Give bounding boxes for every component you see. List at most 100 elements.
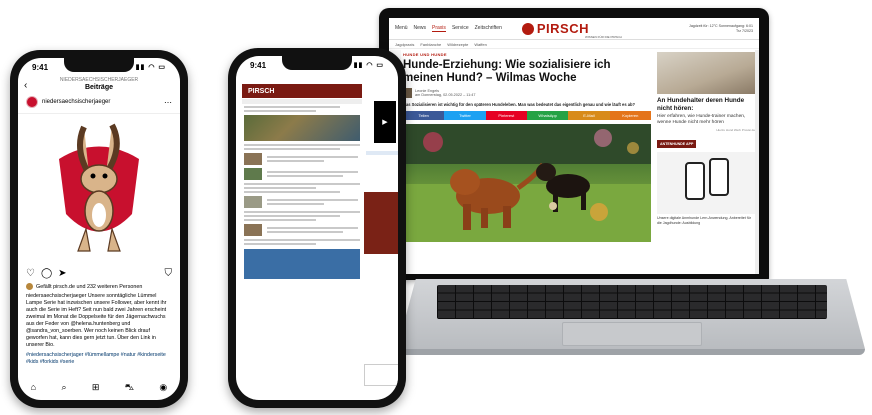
share-icon[interactable]: ➤: [58, 268, 66, 279]
site-header: Menü News Praxis Service Zeitschriften P…: [389, 18, 759, 40]
article-headline: Hunde-Erziehung: Wie sozialisiere ich me…: [403, 59, 611, 84]
signal-wifi-battery-icon: ▮▮ ◠ ▭: [135, 64, 166, 71]
mobile-web-screen: 9:41 ▮▮ ◠ ▭ PIRSCH ▶: [236, 56, 398, 400]
share-bar: Teilen Twitter Pinterest WhatsApp E-Mail…: [403, 111, 651, 120]
post-author-row: niedersaechsischerjaeger ⋯: [18, 91, 180, 114]
status-time: 9:41: [250, 60, 267, 70]
menu-item-service[interactable]: Service: [452, 25, 469, 32]
phone-notch: [282, 56, 352, 70]
search-icon[interactable]: ⌕: [61, 382, 66, 394]
comment-icon[interactable]: ◯: [41, 268, 52, 279]
main-menu: Menü News Praxis Service Zeitschriften: [395, 25, 502, 32]
likes-count[interactable]: Gefällt pirsch.de und 232 weiteren Perso…: [36, 284, 142, 290]
menu-item-praxis[interactable]: Praxis: [432, 25, 446, 32]
bottom-tab-bar: ⌂ ⌕ ⊞ ⛍ ◉: [18, 382, 180, 394]
new-post-icon[interactable]: ⊞: [92, 382, 100, 394]
laptop-front-edge: [397, 349, 865, 355]
subnav-item[interactable]: Fanblanche: [420, 42, 441, 47]
hare-cartoon-illustration: [59, 123, 139, 252]
post-hashtags[interactable]: #niedersachsischerjager #lümmellampe #na…: [18, 352, 180, 366]
mobile-promo-image[interactable]: [244, 249, 360, 279]
mobile-ad-box[interactable]: [364, 364, 398, 386]
text-line: [244, 187, 316, 189]
mobile-site-logo[interactable]: PIRSCH: [248, 88, 274, 95]
text-line: [244, 148, 340, 150]
mobile-nav-bar[interactable]: [242, 99, 362, 104]
header-info: Jagdzeit für: 12°C Sonnenaufgang: 6:01 T…: [689, 24, 753, 34]
list-thumbnail: [244, 168, 262, 180]
mobile-site-header: PIRSCH: [242, 84, 362, 98]
sidebar-teaser-image[interactable]: [657, 52, 755, 94]
bookmark-icon[interactable]: ⛉: [165, 268, 173, 279]
header-info-line1: Jagdzeit für: 12°C Sonnenaufgang: 6:01: [689, 23, 753, 28]
back-arrow-icon[interactable]: ‹: [24, 81, 27, 91]
pirsch-emblem-icon: [521, 22, 534, 35]
post-image[interactable]: [18, 114, 180, 264]
list-text: [265, 169, 360, 179]
text-line: [244, 144, 360, 146]
list-thumbnail: [244, 196, 262, 208]
phone-notch: [64, 58, 134, 72]
dogs-playing-illustration: [403, 124, 651, 242]
sidebar-teaser-title[interactable]: An Hundehalter deren Hunde nicht hören:: [657, 97, 755, 112]
mobile-list-item[interactable]: [244, 224, 360, 236]
site-logo[interactable]: PIRSCH: [537, 21, 589, 36]
mobile-page: PIRSCH: [242, 84, 398, 390]
mobile-list-item[interactable]: [244, 168, 360, 180]
sub-navigation: Jagdpraxis Fanblanche Wildrezepte Waffen: [389, 40, 759, 49]
mobile-ad-banner[interactable]: [364, 192, 398, 254]
list-text: [265, 154, 360, 164]
subnav-item[interactable]: Jagdpraxis: [395, 42, 414, 47]
brand[interactable]: PIRSCH: [521, 21, 589, 36]
laptop-display: Menü News Praxis Service Zeitschriften P…: [379, 8, 769, 280]
list-text: [265, 225, 360, 235]
instagram-header: ‹ NIEDERSAECHSISCHERJAEGER Beiträge: [18, 76, 180, 91]
article-kicker: HUNDE UND HUNDE: [403, 52, 447, 57]
avatar[interactable]: [26, 96, 38, 108]
article-lead: Das Sozialisieren ist wichtig für den sp…: [403, 102, 636, 107]
list-thumbnail: [244, 153, 262, 165]
text-line: [244, 211, 360, 213]
instagram-account-label: NIEDERSAECHSISCHERJAEGER: [59, 77, 139, 83]
page-scrollbar[interactable]: [755, 50, 759, 274]
product-showcase: Menü News Praxis Service Zeitschriften P…: [0, 0, 872, 415]
liker-avatar: [26, 283, 33, 290]
menu-item-menue[interactable]: Menü: [395, 25, 408, 32]
share-twitter-button[interactable]: Twitter: [444, 111, 486, 120]
more-options-icon[interactable]: ⋯: [164, 98, 172, 107]
shop-icon[interactable]: ⛍: [125, 382, 134, 394]
mobile-list-item[interactable]: [244, 196, 360, 208]
mobile-list-item[interactable]: [244, 153, 360, 165]
app-phone-image: [685, 162, 705, 200]
share-email-button[interactable]: E-Mail: [568, 111, 610, 120]
subnav-item[interactable]: Wildrezepte: [447, 42, 468, 47]
profile-icon[interactable]: ◉: [159, 382, 167, 394]
article: HUNDE UND HUNDE Hunde-Erziehung: Wie soz…: [403, 52, 651, 242]
share-copy-button[interactable]: Kopieren: [609, 111, 651, 120]
instagram-screen-title: Beiträge: [84, 84, 113, 91]
video-play-icon[interactable]: ▶: [374, 101, 396, 143]
home-icon[interactable]: ⌂: [31, 382, 36, 394]
laptop-web-page: Menü News Praxis Service Zeitschriften P…: [389, 18, 759, 274]
app-promo[interactable]: [657, 152, 755, 214]
sidebar: An Hundehalter deren Hunde nicht hören: …: [657, 52, 755, 225]
phone-instagram: 9:41 ▮▮ ◠ ▭ ‹ NIEDERSAECHSISCHERJAEGER B…: [10, 50, 188, 408]
article-byline: Leonie Engels am Donnerstag, 02.05.2022 …: [403, 88, 651, 98]
keyboard: [437, 285, 827, 319]
heart-icon[interactable]: ♡: [26, 268, 35, 279]
share-pinterest-button[interactable]: Pinterest: [485, 111, 527, 120]
share-whatsapp-button[interactable]: WhatsApp: [526, 111, 569, 120]
phone-mobile-web: 9:41 ▮▮ ◠ ▭ PIRSCH ▶: [228, 48, 406, 408]
list-text: [265, 197, 360, 207]
laptop-base: [397, 279, 865, 363]
site-tagline: WISSEN FÜR DIE PIRSCH: [585, 35, 622, 39]
mobile-article-image[interactable]: [244, 115, 360, 141]
post-username[interactable]: niedersaechsischerjaeger: [42, 99, 110, 105]
text-line: [244, 183, 360, 185]
instagram-screen: 9:41 ▮▮ ◠ ▭ ‹ NIEDERSAECHSISCHERJAEGER B…: [18, 58, 180, 400]
share-facebook-button[interactable]: Teilen: [403, 111, 445, 120]
text-line: [244, 219, 316, 221]
menu-item-zeitschriften[interactable]: Zeitschriften: [475, 25, 502, 32]
menu-item-news[interactable]: News: [414, 25, 427, 32]
subnav-item[interactable]: Waffen: [474, 42, 486, 47]
